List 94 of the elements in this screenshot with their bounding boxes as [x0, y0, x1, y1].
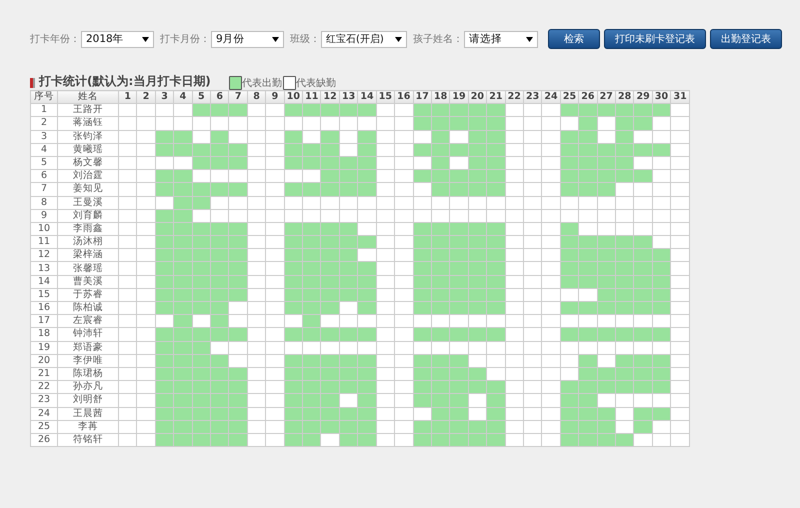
- filter-label: 打卡月份：: [160, 32, 210, 46]
- table-cell: 1: [30, 104, 58, 117]
- column-header: 7: [228, 90, 248, 104]
- action-button[interactable]: 检索: [548, 29, 600, 49]
- table-cell: 杨文馨: [58, 156, 118, 170]
- column-header: 3: [155, 90, 174, 104]
- table-cell: 2: [30, 116, 58, 130]
- column-header: 29: [634, 90, 652, 104]
- table-cell: 蒋涵钰: [58, 116, 118, 130]
- column-header: 31: [670, 90, 690, 104]
- dropdown[interactable]: 9月份: [211, 30, 284, 48]
- column-header: 12: [320, 90, 340, 104]
- column-header: 28: [615, 90, 634, 104]
- table-cell: 王晨茜: [58, 407, 118, 420]
- table-cell: 17: [30, 314, 58, 328]
- table-cell: 12: [30, 248, 58, 262]
- caret-icon: [142, 36, 149, 42]
- table-cell: 王路开: [58, 104, 118, 117]
- dropdown[interactable]: 请选择: [464, 30, 538, 48]
- table-cell: 7: [30, 182, 58, 196]
- filter-label: 打卡年份：: [30, 32, 80, 46]
- dropdown[interactable]: 2018年: [81, 30, 154, 48]
- column-header: 20: [468, 90, 487, 104]
- filter-label: 班级：: [290, 32, 320, 46]
- filter-label: 孩子姓名：: [413, 32, 463, 46]
- dropdown[interactable]: 红宝石(开启): [321, 30, 407, 48]
- column-header: 9: [266, 90, 284, 104]
- table-cell: 19: [30, 341, 58, 354]
- column-header: 17: [413, 90, 432, 104]
- table-cell: 16: [30, 302, 58, 315]
- table-cell: 18: [30, 328, 58, 342]
- table-cell: 王曼溪: [58, 196, 118, 210]
- table-cell: 21: [30, 367, 58, 381]
- column-header: 5: [192, 90, 211, 104]
- table-cell: 24: [30, 407, 58, 420]
- table-cell: 15: [30, 288, 58, 302]
- table-cell: 李雨鑫: [58, 222, 118, 236]
- column-header: 18: [431, 90, 450, 104]
- table-cell: 8: [30, 196, 58, 210]
- table-cell: 22: [30, 380, 58, 394]
- table-cell: 张馨瑶: [58, 262, 118, 276]
- table-cell: 钟沛轩: [58, 328, 118, 342]
- table-cell: 11: [30, 236, 58, 249]
- column-header: 24: [542, 90, 560, 104]
- table-cell: 26: [30, 433, 58, 447]
- action-button[interactable]: 出勤登记表: [710, 29, 782, 49]
- column-header: 2: [136, 90, 156, 104]
- table-cell: 李伊唯: [58, 354, 118, 368]
- column-header: 13: [339, 90, 358, 104]
- column-header: 22: [505, 90, 524, 104]
- section-title: 打卡统计(默认为:当月打卡日期): [39, 73, 211, 90]
- column-header: 26: [578, 90, 598, 104]
- column-header: 1: [118, 90, 137, 104]
- table-cell: 于苏睿: [58, 288, 118, 302]
- column-header: 6: [210, 90, 229, 104]
- table-cell: 10: [30, 222, 58, 236]
- column-header: 10: [284, 90, 303, 104]
- table-cell: 汤沐栩: [58, 236, 118, 249]
- table-cell: 4: [30, 143, 58, 156]
- column-header: 25: [560, 90, 579, 104]
- column-header: 16: [394, 90, 413, 104]
- legend-label: 代表缺勤: [296, 76, 336, 90]
- column-header: 23: [523, 90, 542, 104]
- table-cell: 3: [30, 130, 58, 144]
- column-header: 姓名: [58, 90, 118, 104]
- column-header: 30: [652, 90, 671, 104]
- table-cell: 20: [30, 354, 58, 368]
- column-header: 11: [302, 90, 321, 104]
- table-cell: 14: [30, 275, 58, 288]
- table-cell: 9: [30, 209, 58, 222]
- table-cell: 陈珺杨: [58, 367, 118, 381]
- column-header: 8: [247, 90, 266, 104]
- table-cell: 李苒: [58, 420, 118, 434]
- column-header: 4: [174, 90, 192, 104]
- section-marker-icon: [30, 78, 35, 88]
- table-cell: 13: [30, 262, 58, 276]
- caret-icon: [395, 36, 402, 42]
- table-cell: 张钧泽: [58, 130, 118, 144]
- column-header: 21: [486, 90, 506, 104]
- column-header: 15: [376, 90, 395, 104]
- table-cell: 郑语豪: [58, 341, 118, 354]
- column-header: 14: [358, 90, 376, 104]
- caret-icon: [272, 36, 279, 42]
- table-cell: 5: [30, 156, 58, 170]
- column-header: 19: [450, 90, 468, 104]
- action-button[interactable]: 打印未刷卡登记表: [604, 29, 706, 49]
- table-cell: 25: [30, 420, 58, 434]
- column-header: 27: [597, 90, 616, 104]
- table-cell: 陈柏诚: [58, 302, 118, 315]
- table-cell: 6: [30, 170, 58, 183]
- table-cell: 23: [30, 394, 58, 407]
- legend-label: 代表出勤: [242, 76, 282, 90]
- table-cell: 符铭轩: [58, 433, 118, 447]
- caret-icon: [526, 36, 533, 42]
